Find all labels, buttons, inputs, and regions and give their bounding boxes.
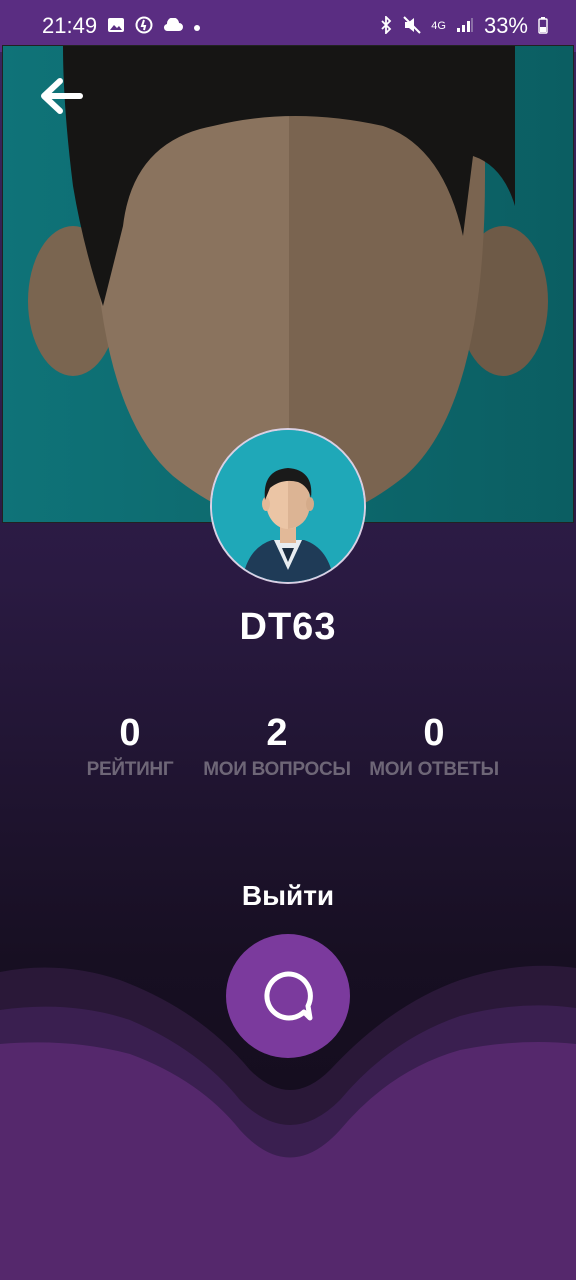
- bluetooth-icon: [379, 14, 393, 37]
- battery-charging-icon: [538, 16, 548, 37]
- sync-icon: [135, 16, 153, 37]
- battery-percent: 33%: [483, 13, 528, 38]
- chat-bubble-icon: [264, 971, 313, 1021]
- avatar[interactable]: [210, 428, 366, 584]
- back-button[interactable]: [34, 72, 88, 120]
- network-type-icon: 4G: [431, 20, 446, 32]
- username: DT63: [239, 606, 337, 648]
- stat-rating[interactable]: 0 РЕЙТИНГ: [78, 712, 182, 781]
- stat-my-answers-label: МОИ ОТВЕТЫ: [369, 759, 499, 780]
- network-type-text: 4G: [431, 20, 446, 32]
- signal-icon: [456, 17, 474, 36]
- gallery-icon: [107, 16, 125, 37]
- cloud-icon: [163, 17, 184, 35]
- status-left: 21:49: [42, 13, 201, 39]
- stat-my-answers[interactable]: 0 МОИ ОТВЕТЫ: [368, 712, 500, 781]
- arrow-left-icon: [41, 78, 83, 114]
- status-time: 21:49: [42, 13, 98, 38]
- logout-button[interactable]: Выйти: [0, 880, 576, 912]
- status-right: 4G 33%: [379, 13, 548, 39]
- stat-rating-value: 0: [119, 712, 141, 754]
- stat-rating-label: РЕЙТИНГ: [86, 759, 174, 780]
- dot-icon: [193, 17, 201, 35]
- stat-my-questions-value: 2: [266, 712, 288, 754]
- stat-my-questions[interactable]: 2 МОИ ВОПРОСЫ: [200, 712, 354, 781]
- chat-button[interactable]: [226, 934, 350, 1058]
- stat-my-questions-label: МОИ ВОПРОСЫ: [203, 759, 351, 780]
- mute-icon: [403, 15, 421, 37]
- stat-my-answers-value: 0: [423, 712, 445, 754]
